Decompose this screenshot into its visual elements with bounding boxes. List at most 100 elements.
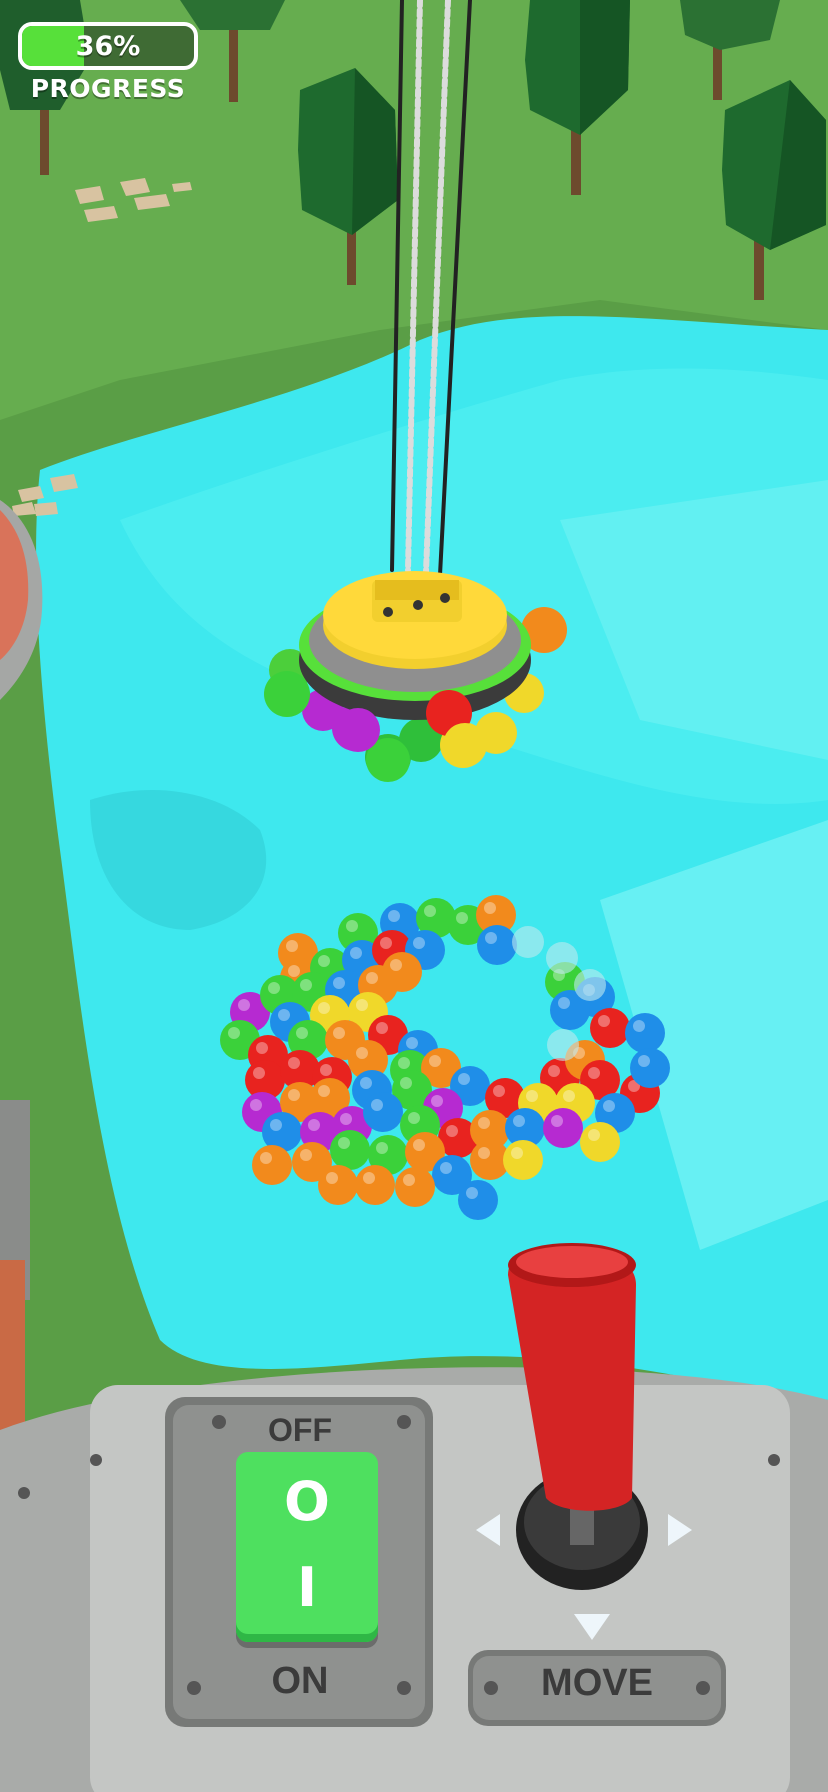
triangle-down-icon[interactable]: [574, 1614, 610, 1640]
ball-highlight: [466, 1187, 478, 1199]
ball-highlight: [638, 1055, 650, 1067]
ball-highlight: [478, 1117, 490, 1129]
ball-highlight: [406, 1037, 418, 1049]
ball: [458, 1180, 498, 1220]
ball-highlight: [333, 1027, 345, 1039]
ball-highlight: [603, 1100, 615, 1112]
progress-hud: 36% PROGRESS: [18, 22, 204, 103]
ball-highlight: [485, 932, 497, 944]
ball-highlight: [478, 1147, 490, 1159]
ball-highlight: [268, 982, 280, 994]
ball: [503, 1140, 543, 1180]
ball-highlight: [440, 1162, 452, 1174]
ball-highlight: [356, 999, 368, 1011]
ball-highlight: [526, 1090, 538, 1102]
ball-highlight: [376, 1022, 388, 1034]
ball-highlight: [318, 955, 330, 967]
ball: [625, 1013, 665, 1053]
ball-highlight: [300, 979, 312, 991]
ball-highlight: [360, 1077, 372, 1089]
ball-highlight: [588, 1129, 600, 1141]
switch-off-symbol: O: [284, 1470, 330, 1533]
triangle-left-icon[interactable]: [476, 1514, 500, 1546]
ball-highlight: [288, 1057, 300, 1069]
ball-highlight: [408, 1112, 420, 1124]
ball: [330, 1130, 370, 1170]
ball-highlight: [326, 1172, 338, 1184]
ball-highlight: [548, 1065, 560, 1077]
ball-highlight: [484, 902, 496, 914]
ball-highlight: [403, 1174, 415, 1186]
switch-on-label: ON: [271, 1660, 329, 1702]
control-panel: [0, 1367, 828, 1792]
ball: [590, 1008, 630, 1048]
ball: [355, 1165, 395, 1205]
ball-highlight: [456, 912, 468, 924]
ball-highlight: [493, 1085, 505, 1097]
ball-highlight: [340, 1113, 352, 1125]
ball: [580, 1122, 620, 1162]
ball-highlight: [320, 1064, 332, 1076]
power-switch[interactable]: O I: [236, 1452, 378, 1642]
ball-highlight: [429, 1055, 441, 1067]
ball: [363, 1092, 403, 1132]
ball-highlight: [558, 997, 570, 1009]
switch-on-symbol: I: [296, 1556, 318, 1619]
ball: [382, 952, 422, 992]
ball-highlight: [260, 1152, 272, 1164]
sinking-ball: [547, 1029, 579, 1061]
ball-highlight: [588, 1067, 600, 1079]
ball-highlight: [270, 1119, 282, 1131]
ball-highlight: [400, 1077, 412, 1089]
ball-highlight: [250, 1099, 262, 1111]
ball-highlight: [398, 1057, 410, 1069]
sinking-ball: [546, 942, 578, 974]
ball-highlight: [288, 1089, 300, 1101]
ball-highlight: [513, 1115, 525, 1127]
ball-highlight: [458, 1073, 470, 1085]
game-scene: [0, 0, 828, 1792]
sinking-ball: [512, 926, 544, 958]
ball-highlight: [288, 965, 300, 977]
ball-highlight: [318, 1002, 330, 1014]
ball-highlight: [388, 910, 400, 922]
ball-highlight: [413, 1139, 425, 1151]
ball-highlight: [431, 1095, 443, 1107]
ball-highlight: [424, 905, 436, 917]
ball: [477, 925, 517, 965]
ball-highlight: [598, 1015, 610, 1027]
ball-highlight: [551, 1115, 563, 1127]
ball-highlight: [511, 1147, 523, 1159]
triangle-right-icon[interactable]: [668, 1514, 692, 1546]
ball-highlight: [363, 1172, 375, 1184]
ball-highlight: [256, 1042, 268, 1054]
ball-highlight: [350, 947, 362, 959]
ball-highlight: [300, 1149, 312, 1161]
ball-highlight: [356, 1047, 368, 1059]
ball-highlight: [318, 1085, 330, 1097]
switch-off-label: OFF: [268, 1412, 332, 1448]
ball: [318, 1165, 358, 1205]
ball: [543, 1108, 583, 1148]
ball-highlight: [633, 1020, 645, 1032]
ball-highlight: [413, 937, 425, 949]
ball-highlight: [338, 1137, 350, 1149]
ball-highlight: [296, 1027, 308, 1039]
ball-highlight: [308, 1119, 320, 1131]
move-label: MOVE: [541, 1662, 653, 1704]
ball-highlight: [371, 1099, 383, 1111]
ball-highlight: [253, 1067, 265, 1079]
ball-highlight: [346, 920, 358, 932]
sinking-ball: [574, 969, 606, 1001]
ball: [252, 1145, 292, 1185]
progress-label: PROGRESS: [30, 74, 186, 103]
ball-highlight: [238, 999, 250, 1011]
ball-highlight: [390, 959, 402, 971]
ball-highlight: [446, 1125, 458, 1137]
ball-highlight: [286, 940, 298, 952]
ball-highlight: [366, 972, 378, 984]
ball-highlight: [228, 1027, 240, 1039]
ball: [630, 1048, 670, 1088]
ball-highlight: [333, 977, 345, 989]
progress-bar: 36%: [18, 22, 198, 70]
